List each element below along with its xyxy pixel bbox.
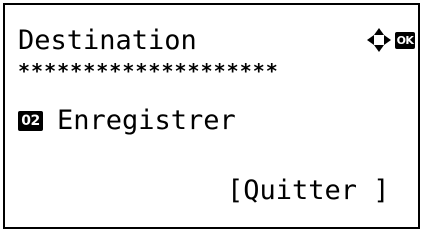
- screen-title: Destination: [18, 25, 197, 56]
- four-way-arrows-icon: [367, 28, 391, 52]
- entry-number-badge: 02: [18, 111, 43, 131]
- ok-badge: OK: [395, 32, 415, 49]
- lcd-panel: Destination OK ******************** 02 E…: [3, 3, 420, 229]
- menu-entry[interactable]: 02 Enregistrer: [18, 105, 236, 137]
- masked-input: ********************: [18, 60, 279, 82]
- nav-ok-indicator: OK: [365, 27, 417, 53]
- entry-label: Enregistrer: [57, 105, 236, 136]
- quit-softkey[interactable]: [Quitter ]: [227, 175, 390, 207]
